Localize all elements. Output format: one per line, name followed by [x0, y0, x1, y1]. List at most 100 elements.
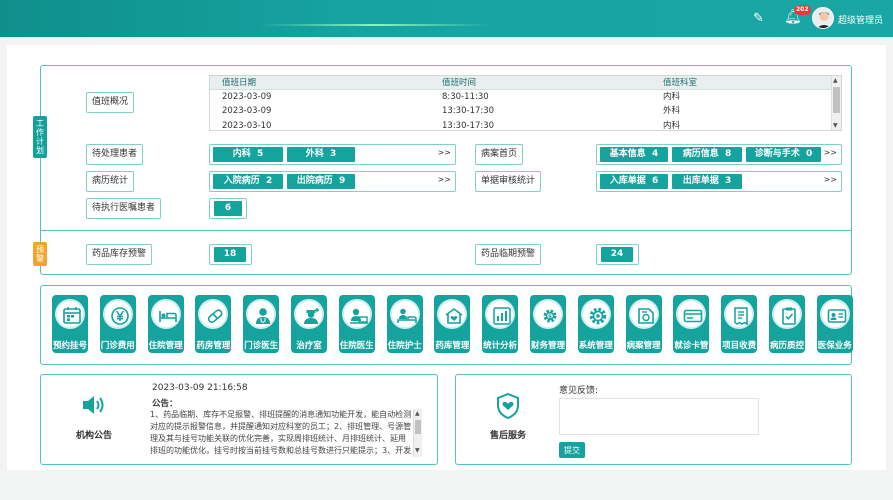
folder-icon	[628, 299, 659, 329]
table-row: 2023-03-09 13:30-17:30 外科	[210, 104, 841, 118]
module-doctor[interactable]: 门诊医生	[243, 295, 280, 353]
chip-internal[interactable]: 内科 5	[213, 147, 283, 162]
announcement-box[interactable]: 1、药品临期、库存不足报警、排班提醒的消息通知功能开发，能自动检测对应的提示报警…	[150, 409, 422, 457]
feedback-textarea[interactable]	[559, 398, 759, 435]
feedback-label: 意见反馈:	[559, 386, 599, 396]
stock-warning-box[interactable]: 18	[209, 244, 252, 265]
table-scrollbar[interactable]: ▲ ▼	[831, 76, 841, 130]
scroll-down-icon[interactable]: ▼	[833, 122, 838, 129]
top-bar: ✎ 🔔︎ 202 超级管理员	[0, 0, 893, 37]
module-receipt[interactable]: 项目收费	[721, 295, 758, 353]
chip-basic-info[interactable]: 基本信息 4	[600, 147, 668, 162]
nurse-bed-icon	[389, 299, 420, 329]
scroll-up-icon[interactable]: ▲	[415, 410, 420, 417]
record-stats-box[interactable]: 入院病历 2 出院病历 9 >>	[209, 171, 456, 192]
scroll-thumb[interactable]	[415, 420, 421, 434]
module-warehouse[interactable]: 药库管理	[434, 295, 471, 353]
table-header: 值班日期 值班时间 值班科室	[210, 76, 841, 90]
more-link[interactable]: >>	[824, 175, 837, 184]
doc-review-box[interactable]: 入库单据 6 出库单据 3 >>	[596, 171, 842, 192]
chip-inbound[interactable]: 入库单据 6	[600, 174, 668, 189]
avatar[interactable]	[812, 7, 834, 29]
record-home-box[interactable]: 基本信息 4 病历信息 8 诊断与手术 0 >>	[596, 144, 842, 165]
chip-diagnosis[interactable]: 诊断与手术 0	[746, 147, 821, 162]
module-id-card[interactable]: 医保业务	[816, 295, 853, 353]
cell-dept: 内科	[663, 92, 681, 102]
clipboard-icon	[772, 299, 802, 329]
expiry-warning-label[interactable]: 药品临期预警	[475, 244, 542, 265]
doc-review-label[interactable]: 单据审核统计	[475, 171, 542, 192]
announcement-scrollbar[interactable]: ▲ ▼	[413, 409, 422, 457]
calendar-icon	[55, 299, 85, 329]
module-label: 病案管理	[626, 341, 661, 351]
module-nurse-bed[interactable]: 住院护士	[386, 295, 423, 353]
shield-icon	[496, 392, 520, 422]
record-home-label[interactable]: 病案首页	[475, 144, 524, 165]
warehouse-icon	[437, 299, 468, 329]
module-pill[interactable]: 药房管理	[195, 295, 232, 353]
record-stats-label[interactable]: 病历统计	[86, 171, 135, 192]
module-bed[interactable]: 住院管理	[147, 295, 184, 353]
col-dept: 值班科室	[663, 78, 698, 88]
id-card-icon	[819, 299, 850, 329]
cell-date: 2023-03-09	[222, 106, 272, 116]
nurse-icon	[294, 299, 324, 329]
yen-icon	[102, 299, 133, 329]
bed-icon	[150, 299, 181, 329]
module-label: 项目收费	[722, 341, 757, 351]
more-link[interactable]: >>	[824, 148, 837, 157]
module-label: 病历质控	[769, 341, 804, 351]
module-clipboard[interactable]: 病历质控	[769, 295, 805, 353]
chip-expiry-warning[interactable]: 24	[601, 247, 633, 262]
announcement-datetime: 2023-03-09 21:16:58	[152, 383, 248, 393]
stock-warning-label[interactable]: 药品库存预警	[86, 244, 153, 265]
scroll-thumb[interactable]	[833, 87, 840, 113]
chip-pending-orders[interactable]: 6	[214, 201, 242, 216]
module-label: 住院医生	[339, 341, 374, 351]
more-link[interactable]: >>	[438, 148, 451, 157]
more-link[interactable]: >>	[438, 175, 451, 184]
username[interactable]: 超级管理员	[838, 13, 883, 26]
chip-admission[interactable]: 入院病历 2	[213, 174, 283, 189]
pending-patients-label[interactable]: 待处理患者	[86, 144, 144, 165]
chip-outbound[interactable]: 出库单据 3	[672, 174, 742, 189]
expiry-warning-box[interactable]: 24	[596, 244, 639, 265]
duty-overview-label[interactable]: 值班概况	[86, 92, 135, 113]
chip-record-info[interactable]: 病历信息 8	[672, 147, 742, 162]
module-label: 系统管理	[578, 341, 613, 351]
module-folder[interactable]: 病案管理	[625, 295, 662, 353]
module-nurse[interactable]: 治疗室	[291, 295, 327, 353]
cell-time: 13:30-17:30	[442, 121, 495, 131]
col-date: 值班日期	[222, 78, 257, 88]
cell-time: 13:30-17:30	[442, 106, 495, 116]
pill-icon	[198, 299, 229, 329]
pending-orders-box[interactable]: 6	[209, 198, 247, 219]
module-yen[interactable]: 门诊费用	[99, 295, 136, 353]
scroll-up-icon[interactable]: ▲	[833, 77, 838, 84]
module-label: 治疗室	[296, 341, 322, 351]
edit-icon[interactable]: ✎	[753, 11, 764, 26]
submit-button[interactable]: 提交	[559, 442, 585, 458]
cell-time: 8:30-11:30	[442, 92, 489, 102]
module-label: 就诊卡管	[674, 341, 709, 351]
pending-orders-label[interactable]: 待执行医嘱患者	[86, 198, 162, 219]
table-row: 2023-03-10 13:30-17:30 内科	[210, 119, 841, 131]
module-gear[interactable]: 系统管理	[577, 295, 614, 353]
notification-badge: 202	[794, 5, 811, 15]
module-label: 预约挂号	[52, 341, 87, 351]
chip-surgery[interactable]: 外科 3	[287, 147, 355, 162]
scroll-down-icon[interactable]: ▼	[415, 447, 420, 454]
module-bar-chart[interactable]: 统计分析	[482, 295, 519, 353]
module-calendar[interactable]: 预约挂号	[52, 295, 88, 353]
chip-stock-warning[interactable]: 18	[214, 247, 246, 262]
card-icon	[676, 299, 707, 329]
table-row: 2023-03-09 8:30-11:30 内科	[210, 90, 841, 104]
chip-discharge[interactable]: 出院病历 9	[287, 174, 355, 189]
cell-dept: 内科	[663, 121, 681, 131]
panel-divider	[41, 230, 851, 231]
pending-patients-box[interactable]: 内科 5 外科 3 >>	[209, 144, 456, 165]
module-doctor-desk[interactable]: 住院医生	[338, 295, 375, 353]
header-glow	[260, 24, 490, 26]
module-card[interactable]: 就诊卡管	[673, 295, 710, 353]
module-gear-coin[interactable]: $ 财务管理	[530, 295, 566, 353]
